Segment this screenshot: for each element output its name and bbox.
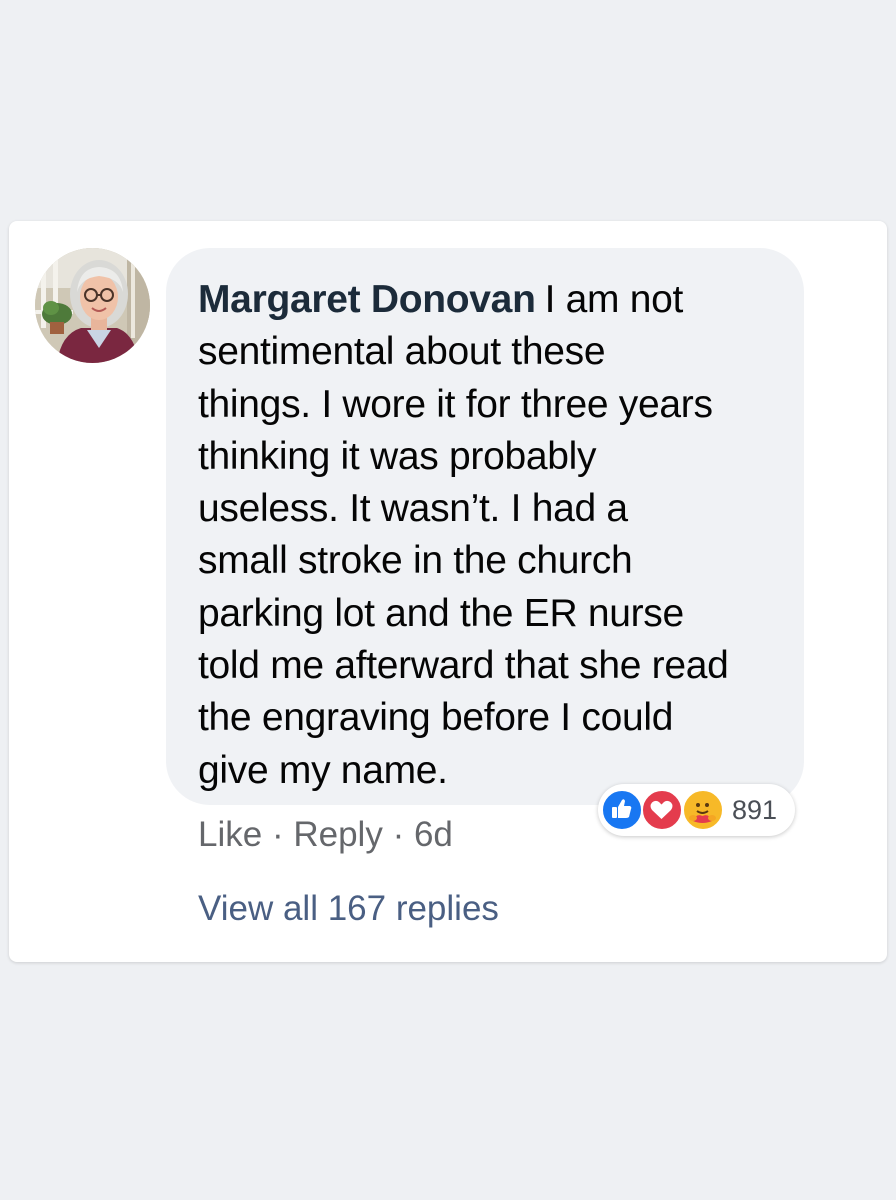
comment-line: sentimental about these: [198, 330, 606, 374]
profile-photo: [35, 248, 150, 363]
comment-line: give my name.: [198, 748, 448, 792]
comment-body: Margaret Donovan I am not sentimental abo…: [198, 274, 784, 797]
comment-line: told me afterward that she read: [198, 644, 729, 688]
reaction-count: 891: [732, 795, 778, 825]
timestamp-link[interactable]: 6d: [414, 815, 453, 854]
comment-line: small stroke in the church: [198, 539, 633, 583]
author-name[interactable]: Margaret Donovan: [198, 278, 536, 321]
comment-line: useless. It wasn’t. I had a: [198, 487, 628, 531]
comment-bubble: Margaret Donovan I am not sentimental abo…: [166, 248, 804, 805]
separator: ·: [392, 815, 405, 854]
love-icon: [641, 789, 683, 831]
like-button[interactable]: Like: [198, 815, 262, 854]
like-icon: [601, 789, 643, 831]
comment-line: the engraving before I could: [198, 696, 674, 740]
comment-line: parking lot and the ER nurse: [198, 591, 684, 635]
comment-line: thinking it was probably: [198, 434, 597, 478]
comment-actions: Like · Reply · 6d: [198, 812, 453, 858]
avatar[interactable]: [35, 248, 150, 363]
comment-line: I am not: [544, 278, 684, 321]
reactions-summary[interactable]: 891: [598, 784, 795, 836]
care-icon: [682, 789, 724, 831]
separator: ·: [271, 815, 284, 854]
comment-line: things. I wore it for three years: [198, 382, 713, 426]
reply-button[interactable]: Reply: [293, 815, 382, 854]
view-replies-link[interactable]: View all 167 replies: [198, 886, 499, 932]
